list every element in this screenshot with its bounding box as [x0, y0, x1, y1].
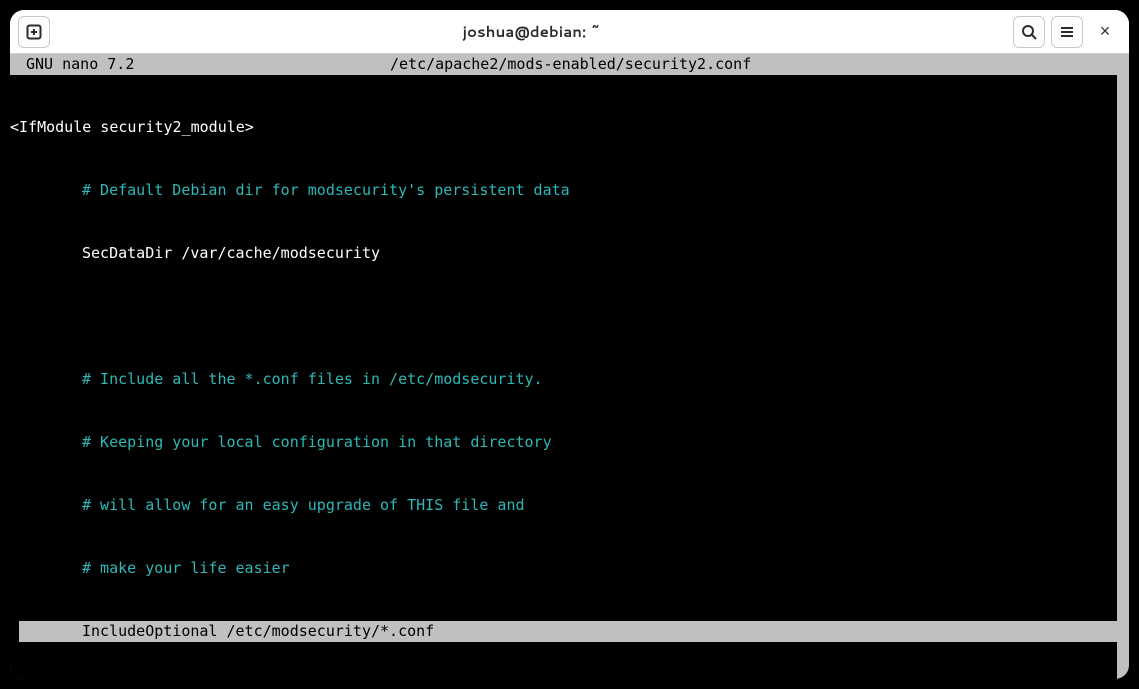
- plus-box-icon: [26, 24, 42, 40]
- close-icon: ×: [1100, 21, 1111, 42]
- nano-header: GNU nano 7.2 /etc/apache2/mods-enabled/s…: [10, 54, 1117, 75]
- window-title: joshua@debian: ~: [56, 21, 1007, 42]
- terminal-window: joshua@debian: ~ × GNU nano 7.2 /etc/apa…: [10, 10, 1129, 679]
- code-blank: [10, 306, 1117, 327]
- terminal-area: GNU nano 7.2 /etc/apache2/mods-enabled/s…: [10, 54, 1129, 679]
- search-icon: [1021, 24, 1037, 40]
- code-line-cursor: IncludeOptional /etc/modsecurity/*.conf: [19, 621, 1117, 642]
- code-comment: # Keeping your local configuration in th…: [10, 432, 1117, 453]
- scrollbar[interactable]: [1117, 54, 1129, 679]
- code-line: <IfModule security2_module>: [10, 117, 1117, 138]
- code-comment: # Default Debian dir for modsecurity's p…: [10, 180, 1117, 201]
- code-text: IncludeOptional /etc/modsecurity/*.conf: [82, 622, 434, 640]
- code-line: SecDataDir /var/cache/modsecurity: [10, 243, 1117, 264]
- menu-button[interactable]: [1051, 16, 1083, 48]
- terminal[interactable]: GNU nano 7.2 /etc/apache2/mods-enabled/s…: [10, 54, 1117, 679]
- code-comment: # will allow for an easy upgrade of THIS…: [10, 495, 1117, 516]
- nano-file-path: /etc/apache2/mods-enabled/security2.conf: [390, 54, 751, 75]
- search-button[interactable]: [1013, 16, 1045, 48]
- titlebar: joshua@debian: ~ ×: [10, 10, 1129, 54]
- code-comment: # Include all the *.conf files in /etc/m…: [10, 369, 1117, 390]
- code-comment: # make your life easier: [10, 558, 1117, 579]
- hamburger-icon: [1059, 24, 1075, 40]
- editor-content[interactable]: <IfModule security2_module> # Default De…: [10, 75, 1117, 679]
- nano-app-name: GNU nano 7.2: [10, 54, 390, 75]
- new-tab-button[interactable]: [18, 16, 50, 48]
- close-button[interactable]: ×: [1089, 16, 1121, 48]
